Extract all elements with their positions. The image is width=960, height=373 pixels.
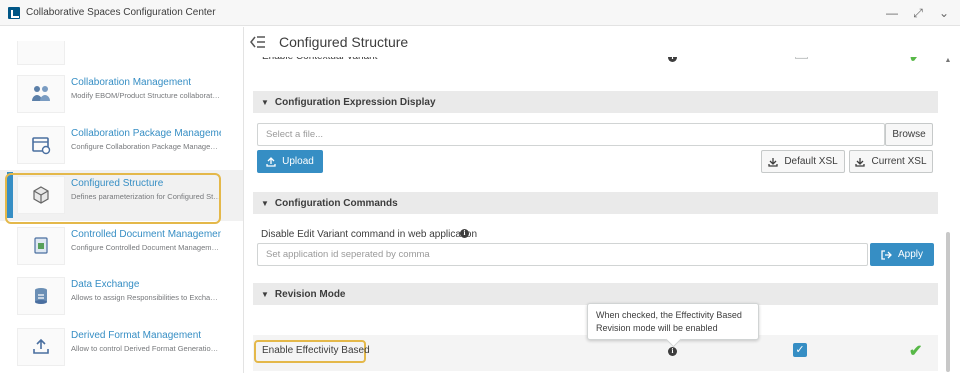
disable-edit-variant-label: Disable Edit Variant command in web appl… bbox=[261, 229, 478, 240]
minimize-icon[interactable]: — bbox=[886, 6, 898, 20]
section-title: Configuration Expression Display bbox=[274, 96, 436, 108]
scrollbar[interactable]: ▲ bbox=[944, 57, 952, 373]
section-title: Configuration Commands bbox=[274, 197, 398, 209]
sidebar-item-title: Derived Format Management bbox=[71, 329, 202, 341]
sidebar-item-derived-format-management[interactable]: Derived Format Management Allow to contr… bbox=[0, 322, 243, 373]
main-panel: Configured Structure Enable Contextual V… bbox=[245, 27, 960, 373]
database-exchange-icon bbox=[17, 277, 65, 315]
sidebar-item-configured-structure[interactable]: Configured Structure Defines parameteriz… bbox=[0, 170, 243, 221]
effectivity-tooltip: When checked, the Effectivity Based Revi… bbox=[587, 303, 759, 340]
sidebar-item-desc: Configure Collaboration Package Managem.… bbox=[71, 141, 221, 151]
sidebar-item-desc: Defines parameterization for Configured … bbox=[71, 192, 221, 201]
upload-label: Upload bbox=[282, 156, 314, 167]
application-id-input[interactable]: Set application id seperated by comma bbox=[257, 243, 868, 266]
apply-button[interactable]: Apply bbox=[870, 243, 934, 266]
collapse-triangle-icon: ▼ bbox=[261, 289, 269, 299]
collapse-triangle-icon: ▼ bbox=[261, 97, 269, 107]
title-bar: Collaborative Spaces Configuration Cente… bbox=[0, 0, 960, 26]
window-title: Collaborative Spaces Configuration Cente… bbox=[26, 7, 216, 18]
current-xsl-label: Current XSL bbox=[871, 156, 927, 167]
upload-icon bbox=[266, 156, 276, 167]
sidebar-item-controlled-document-management[interactable]: Controlled Document Management Configure… bbox=[0, 221, 243, 272]
sidebar-item-title: Collaboration Management bbox=[71, 77, 192, 88]
sidebar-item-collaboration-management[interactable]: Collaboration Management Modify EBOM/Pro… bbox=[0, 69, 243, 120]
sidebar-item-desc: Allows to assign Responsibilities to Exc… bbox=[71, 293, 221, 302]
section-config-commands[interactable]: ▼ Configuration Commands bbox=[253, 192, 938, 214]
sidebar-item-title: Controlled Document Management bbox=[71, 228, 221, 240]
browse-button[interactable]: Browse bbox=[885, 123, 933, 146]
sidebar-item-desc: Modify EBOM/Product Structure collaborat… bbox=[71, 91, 221, 100]
document-icon bbox=[17, 226, 65, 265]
check-icon: ✔ bbox=[909, 343, 923, 360]
maximize-icon[interactable]: ⤢ bbox=[912, 6, 924, 21]
download-icon bbox=[768, 157, 778, 167]
apply-icon bbox=[881, 249, 892, 260]
apply-label: Apply bbox=[897, 249, 923, 260]
info-icon[interactable]: i bbox=[460, 229, 469, 238]
sidebar-item-desc: Allow to control Derived Format Generati… bbox=[71, 343, 221, 353]
default-xsl-label: Default XSL bbox=[784, 156, 838, 167]
sidebar: Collaboration Management Modify EBOM/Pro… bbox=[0, 27, 244, 373]
sidebar-item-collaboration-package-management[interactable]: Collaboration Package Management Configu… bbox=[0, 120, 243, 171]
current-xsl-button[interactable]: Current XSL bbox=[849, 150, 933, 173]
settings-content: Enable Contextual Variant i ✔ ▼ Configur… bbox=[253, 45, 938, 373]
info-icon[interactable]: i bbox=[668, 347, 677, 356]
cube-structure-icon bbox=[17, 176, 65, 214]
chevron-down-icon[interactable]: ⌄ bbox=[938, 6, 950, 20]
package-icon bbox=[17, 125, 65, 164]
page-title: Configured Structure bbox=[279, 34, 409, 50]
effectivity-row: Enable Effectivity Based i ✓ ✔ bbox=[253, 335, 938, 371]
section-revision-mode[interactable]: ▼ Revision Mode bbox=[253, 283, 938, 305]
sidebar-item-title: Data Exchange bbox=[71, 279, 140, 290]
browse-label: Browse bbox=[892, 129, 926, 140]
collapse-sidebar-icon[interactable] bbox=[250, 35, 266, 49]
collaboration-users-icon bbox=[17, 75, 65, 113]
upload-tray-icon bbox=[17, 327, 65, 366]
sidebar-item-desc: Configure Controlled Document Managemen.… bbox=[71, 242, 221, 252]
sidebar-item-title: Configured Structure bbox=[71, 178, 164, 189]
sidebar-item-data-exchange[interactable]: Data Exchange Allows to assign Responsib… bbox=[0, 271, 243, 322]
scroll-up-icon[interactable]: ▲ bbox=[944, 57, 952, 65]
default-xsl-button[interactable]: Default XSL bbox=[761, 150, 845, 173]
collapse-triangle-icon: ▼ bbox=[261, 198, 269, 208]
scroll-thumb[interactable] bbox=[946, 232, 950, 372]
upload-button[interactable]: Upload bbox=[257, 150, 323, 173]
sidebar-item-title: Collaboration Package Management bbox=[71, 127, 221, 139]
effectivity-label: Enable Effectivity Based bbox=[262, 345, 370, 356]
app-logo-icon bbox=[8, 6, 20, 19]
main-header: Configured Structure bbox=[245, 27, 960, 57]
section-title: Revision Mode bbox=[274, 288, 346, 300]
window-controls: — ⤢ ⌄ bbox=[886, 0, 950, 26]
partial-item-icon bbox=[17, 41, 65, 65]
section-config-expression[interactable]: ▼ Configuration Expression Display bbox=[253, 91, 938, 113]
effectivity-checkbox[interactable]: ✓ bbox=[793, 343, 807, 357]
sidebar-item-partial[interactable] bbox=[0, 27, 243, 69]
download-icon bbox=[855, 157, 866, 167]
file-select-input[interactable]: Select a file... bbox=[257, 123, 885, 146]
